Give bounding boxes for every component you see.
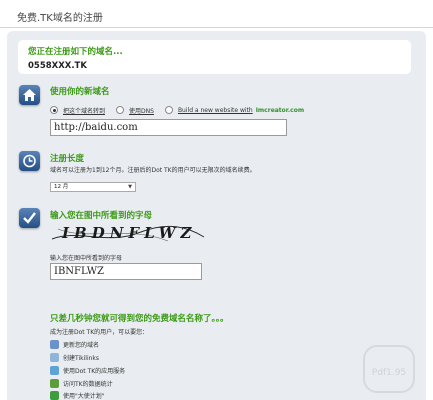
- period-select-value: 12 月: [54, 184, 69, 190]
- clock-icon: [19, 151, 40, 171]
- benefit-item: 创建Tikilinks: [50, 353, 99, 362]
- link-icon: [50, 353, 59, 362]
- forward-url-input[interactable]: http://baidu.com: [50, 119, 287, 136]
- home-icon: [19, 85, 40, 105]
- captcha-input-label: 输入您在图中所看到的字母: [50, 255, 123, 262]
- radio-dns-label[interactable]: 使用DNS: [129, 106, 154, 115]
- registering-heading: 您正在注册如下的域名...: [28, 47, 123, 57]
- captcha-text: IBDNFLWZ: [62, 224, 197, 242]
- captcha-input[interactable]: IBNFLWZ: [50, 263, 202, 280]
- benefit-label: 使用Dot TK的应用服务: [63, 368, 126, 375]
- benefit-item: 使用"大使计划": [50, 391, 105, 400]
- imcreator-link[interactable]: Imcreator.com: [256, 107, 304, 114]
- radio-build-website[interactable]: [164, 106, 173, 114]
- radio-dns[interactable]: [116, 106, 125, 114]
- benefits-intro: 成为注册Dot TK的用户，可以要您：: [50, 329, 149, 336]
- shield-icon: [50, 391, 59, 400]
- period-select[interactable]: 12 月 ▼: [50, 182, 136, 192]
- radio-forward-label[interactable]: 把这个域名转到: [63, 106, 105, 115]
- radio-build-website-label[interactable]: Build a new website with: [178, 107, 253, 114]
- header-divider: [0, 27, 433, 28]
- radio-forward[interactable]: [50, 106, 58, 114]
- forward-options: 把这个域名转到 使用DNS Build a new website with I…: [50, 104, 304, 116]
- benefit-label: 使用"大使计划": [63, 393, 105, 400]
- benefit-label: 更新您的域名: [63, 342, 100, 349]
- use-domain-title: 使用你的新域名: [50, 87, 110, 97]
- captcha-title: 输入您在图中所看到的字母: [50, 211, 153, 221]
- chart-icon: [50, 379, 59, 388]
- app-icon: [50, 366, 59, 375]
- benefit-item: 使用Dot TK的应用服务: [50, 366, 125, 375]
- page-title: 免费.TK域名的注册: [17, 13, 103, 24]
- checkmark-icon: [19, 208, 40, 228]
- benefit-item: 更新您的域名: [50, 340, 99, 349]
- benefit-label: 创建Tikilinks: [63, 355, 100, 362]
- chevron-down-icon: ▼: [128, 184, 132, 190]
- benefit-item: 访问TK的数据统计: [50, 379, 113, 388]
- refresh-icon: [50, 340, 59, 349]
- registering-domain: 0558XXX.TK: [28, 61, 87, 71]
- period-title: 注册长度: [50, 154, 85, 164]
- benefits-heading: 只差几秒钟您就可得到您的免费域名名称了。。。: [50, 314, 229, 324]
- benefit-label: 访问TK的数据统计: [63, 381, 113, 388]
- watermark-logo: Pdf1.95: [363, 345, 415, 393]
- period-description: 域名可以注册为1到12个月。注册后的Dot TK的用户可以无限次的域名续费。: [50, 167, 256, 174]
